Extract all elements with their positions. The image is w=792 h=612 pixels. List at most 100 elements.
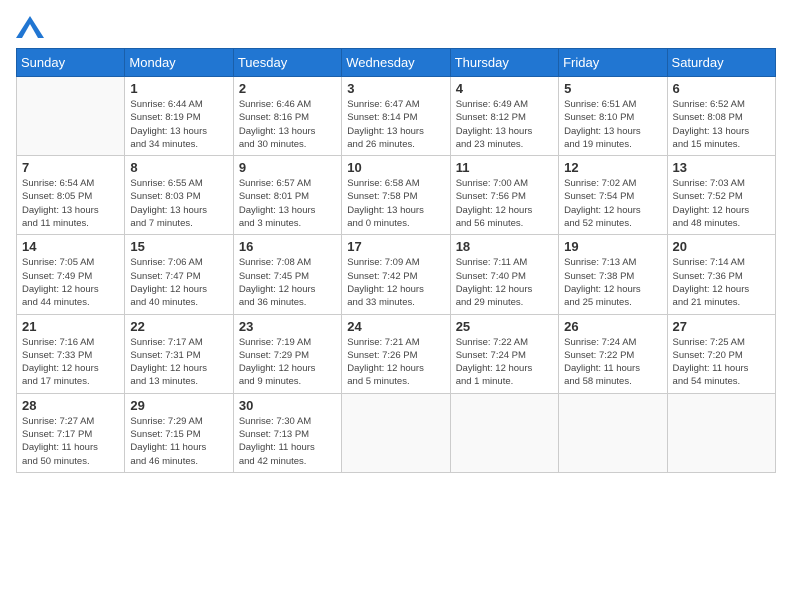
calendar-cell	[667, 393, 775, 472]
day-number: 16	[239, 239, 336, 254]
day-number: 7	[22, 160, 119, 175]
day-number: 24	[347, 319, 444, 334]
day-info: Sunrise: 7:13 AMSunset: 7:38 PMDaylight:…	[564, 256, 661, 309]
calendar-cell: 14 Sunrise: 7:05 AMSunset: 7:49 PMDayligh…	[17, 235, 125, 314]
calendar-cell: 20 Sunrise: 7:14 AMSunset: 7:36 PMDayligh…	[667, 235, 775, 314]
day-number: 14	[22, 239, 119, 254]
calendar-cell: 26Sunrise: 7:24 AMSunset: 7:22 PMDayligh…	[559, 314, 667, 393]
day-info: Sunrise: 6:54 AMSunset: 8:05 PMDaylight:…	[22, 177, 119, 230]
calendar-cell: 9 Sunrise: 6:57 AMSunset: 8:01 PMDaylight…	[233, 156, 341, 235]
calendar-cell: 16 Sunrise: 7:08 AMSunset: 7:45 PMDayligh…	[233, 235, 341, 314]
calendar-cell: 24 Sunrise: 7:21 AMSunset: 7:26 PMDayligh…	[342, 314, 450, 393]
calendar-cell: 5 Sunrise: 6:51 AMSunset: 8:10 PMDaylight…	[559, 77, 667, 156]
day-info: Sunrise: 7:30 AMSunset: 7:13 PMDaylight:…	[239, 415, 336, 468]
calendar-cell: 23 Sunrise: 7:19 AMSunset: 7:29 PMDayligh…	[233, 314, 341, 393]
calendar-cell: 8 Sunrise: 6:55 AMSunset: 8:03 PMDaylight…	[125, 156, 233, 235]
day-info: Sunrise: 7:00 AMSunset: 7:56 PMDaylight:…	[456, 177, 553, 230]
day-of-week-header: Saturday	[667, 49, 775, 77]
day-number: 5	[564, 81, 661, 96]
day-info: Sunrise: 7:05 AMSunset: 7:49 PMDaylight:…	[22, 256, 119, 309]
day-number: 1	[130, 81, 227, 96]
calendar-cell: 25 Sunrise: 7:22 AMSunset: 7:24 PMDayligh…	[450, 314, 558, 393]
calendar-cell	[17, 77, 125, 156]
day-info: Sunrise: 6:44 AMSunset: 8:19 PMDaylight:…	[130, 98, 227, 151]
calendar-cell: 2 Sunrise: 6:46 AMSunset: 8:16 PMDaylight…	[233, 77, 341, 156]
day-number: 3	[347, 81, 444, 96]
day-number: 30	[239, 398, 336, 413]
day-info: Sunrise: 7:08 AMSunset: 7:45 PMDaylight:…	[239, 256, 336, 309]
calendar-cell: 3Sunrise: 6:47 AMSunset: 8:14 PMDaylight…	[342, 77, 450, 156]
day-number: 10	[347, 160, 444, 175]
day-number: 23	[239, 319, 336, 334]
calendar-cell	[559, 393, 667, 472]
calendar-cell: 17 Sunrise: 7:09 AMSunset: 7:42 PMDayligh…	[342, 235, 450, 314]
calendar-cell: 21Sunrise: 7:16 AMSunset: 7:33 PMDayligh…	[17, 314, 125, 393]
day-number: 8	[130, 160, 227, 175]
day-info: Sunrise: 6:55 AMSunset: 8:03 PMDaylight:…	[130, 177, 227, 230]
day-info: Sunrise: 6:58 AMSunset: 7:58 PMDaylight:…	[347, 177, 444, 230]
calendar-table: SundayMondayTuesdayWednesdayThursdayFrid…	[16, 48, 776, 473]
calendar-week-row: 1 Sunrise: 6:44 AMSunset: 8:19 PMDaylight…	[17, 77, 776, 156]
calendar-cell: 12Sunrise: 7:02 AMSunset: 7:54 PMDayligh…	[559, 156, 667, 235]
day-number: 20	[673, 239, 770, 254]
calendar-week-row: 28 Sunrise: 7:27 AMSunset: 7:17 PMDayligh…	[17, 393, 776, 472]
calendar-cell	[342, 393, 450, 472]
day-info: Sunrise: 6:57 AMSunset: 8:01 PMDaylight:…	[239, 177, 336, 230]
logo	[16, 16, 48, 38]
day-info: Sunrise: 7:22 AMSunset: 7:24 PMDaylight:…	[456, 336, 553, 389]
day-info: Sunrise: 7:19 AMSunset: 7:29 PMDaylight:…	[239, 336, 336, 389]
calendar-cell: 29Sunrise: 7:29 AMSunset: 7:15 PMDayligh…	[125, 393, 233, 472]
day-number: 9	[239, 160, 336, 175]
day-number: 12	[564, 160, 661, 175]
calendar-cell: 1 Sunrise: 6:44 AMSunset: 8:19 PMDaylight…	[125, 77, 233, 156]
day-info: Sunrise: 7:21 AMSunset: 7:26 PMDaylight:…	[347, 336, 444, 389]
day-info: Sunrise: 7:11 AMSunset: 7:40 PMDaylight:…	[456, 256, 553, 309]
day-of-week-header: Tuesday	[233, 49, 341, 77]
calendar-cell: 19 Sunrise: 7:13 AMSunset: 7:38 PMDayligh…	[559, 235, 667, 314]
day-info: Sunrise: 6:52 AMSunset: 8:08 PMDaylight:…	[673, 98, 770, 151]
calendar-week-row: 21Sunrise: 7:16 AMSunset: 7:33 PMDayligh…	[17, 314, 776, 393]
day-info: Sunrise: 7:25 AMSunset: 7:20 PMDaylight:…	[673, 336, 770, 389]
calendar-week-row: 7 Sunrise: 6:54 AMSunset: 8:05 PMDaylight…	[17, 156, 776, 235]
day-number: 11	[456, 160, 553, 175]
day-info: Sunrise: 6:49 AMSunset: 8:12 PMDaylight:…	[456, 98, 553, 151]
day-number: 27	[673, 319, 770, 334]
calendar-cell: 4 Sunrise: 6:49 AMSunset: 8:12 PMDaylight…	[450, 77, 558, 156]
day-info: Sunrise: 7:03 AMSunset: 7:52 PMDaylight:…	[673, 177, 770, 230]
calendar-cell: 27 Sunrise: 7:25 AMSunset: 7:20 PMDayligh…	[667, 314, 775, 393]
day-number: 29	[130, 398, 227, 413]
day-info: Sunrise: 7:17 AMSunset: 7:31 PMDaylight:…	[130, 336, 227, 389]
day-info: Sunrise: 7:14 AMSunset: 7:36 PMDaylight:…	[673, 256, 770, 309]
day-of-week-header: Monday	[125, 49, 233, 77]
day-number: 22	[130, 319, 227, 334]
day-of-week-header: Sunday	[17, 49, 125, 77]
calendar-cell: 22 Sunrise: 7:17 AMSunset: 7:31 PMDayligh…	[125, 314, 233, 393]
calendar-cell: 11 Sunrise: 7:00 AMSunset: 7:56 PMDayligh…	[450, 156, 558, 235]
day-number: 28	[22, 398, 119, 413]
day-info: Sunrise: 7:16 AMSunset: 7:33 PMDaylight:…	[22, 336, 119, 389]
page-header	[16, 16, 776, 38]
day-info: Sunrise: 7:27 AMSunset: 7:17 PMDaylight:…	[22, 415, 119, 468]
day-number: 2	[239, 81, 336, 96]
day-of-week-header: Thursday	[450, 49, 558, 77]
day-number: 4	[456, 81, 553, 96]
calendar-cell: 15Sunrise: 7:06 AMSunset: 7:47 PMDayligh…	[125, 235, 233, 314]
day-info: Sunrise: 6:51 AMSunset: 8:10 PMDaylight:…	[564, 98, 661, 151]
day-info: Sunrise: 6:46 AMSunset: 8:16 PMDaylight:…	[239, 98, 336, 151]
day-number: 18	[456, 239, 553, 254]
calendar-cell	[450, 393, 558, 472]
day-info: Sunrise: 7:24 AMSunset: 7:22 PMDaylight:…	[564, 336, 661, 389]
calendar-cell: 18 Sunrise: 7:11 AMSunset: 7:40 PMDayligh…	[450, 235, 558, 314]
calendar-header-row: SundayMondayTuesdayWednesdayThursdayFrid…	[17, 49, 776, 77]
calendar-week-row: 14 Sunrise: 7:05 AMSunset: 7:49 PMDayligh…	[17, 235, 776, 314]
day-number: 13	[673, 160, 770, 175]
day-number: 17	[347, 239, 444, 254]
day-number: 19	[564, 239, 661, 254]
day-info: Sunrise: 7:06 AMSunset: 7:47 PMDaylight:…	[130, 256, 227, 309]
day-of-week-header: Wednesday	[342, 49, 450, 77]
calendar-cell: 7 Sunrise: 6:54 AMSunset: 8:05 PMDaylight…	[17, 156, 125, 235]
calendar-cell: 6Sunrise: 6:52 AMSunset: 8:08 PMDaylight…	[667, 77, 775, 156]
logo-icon	[16, 16, 44, 38]
day-number: 25	[456, 319, 553, 334]
day-info: Sunrise: 7:09 AMSunset: 7:42 PMDaylight:…	[347, 256, 444, 309]
